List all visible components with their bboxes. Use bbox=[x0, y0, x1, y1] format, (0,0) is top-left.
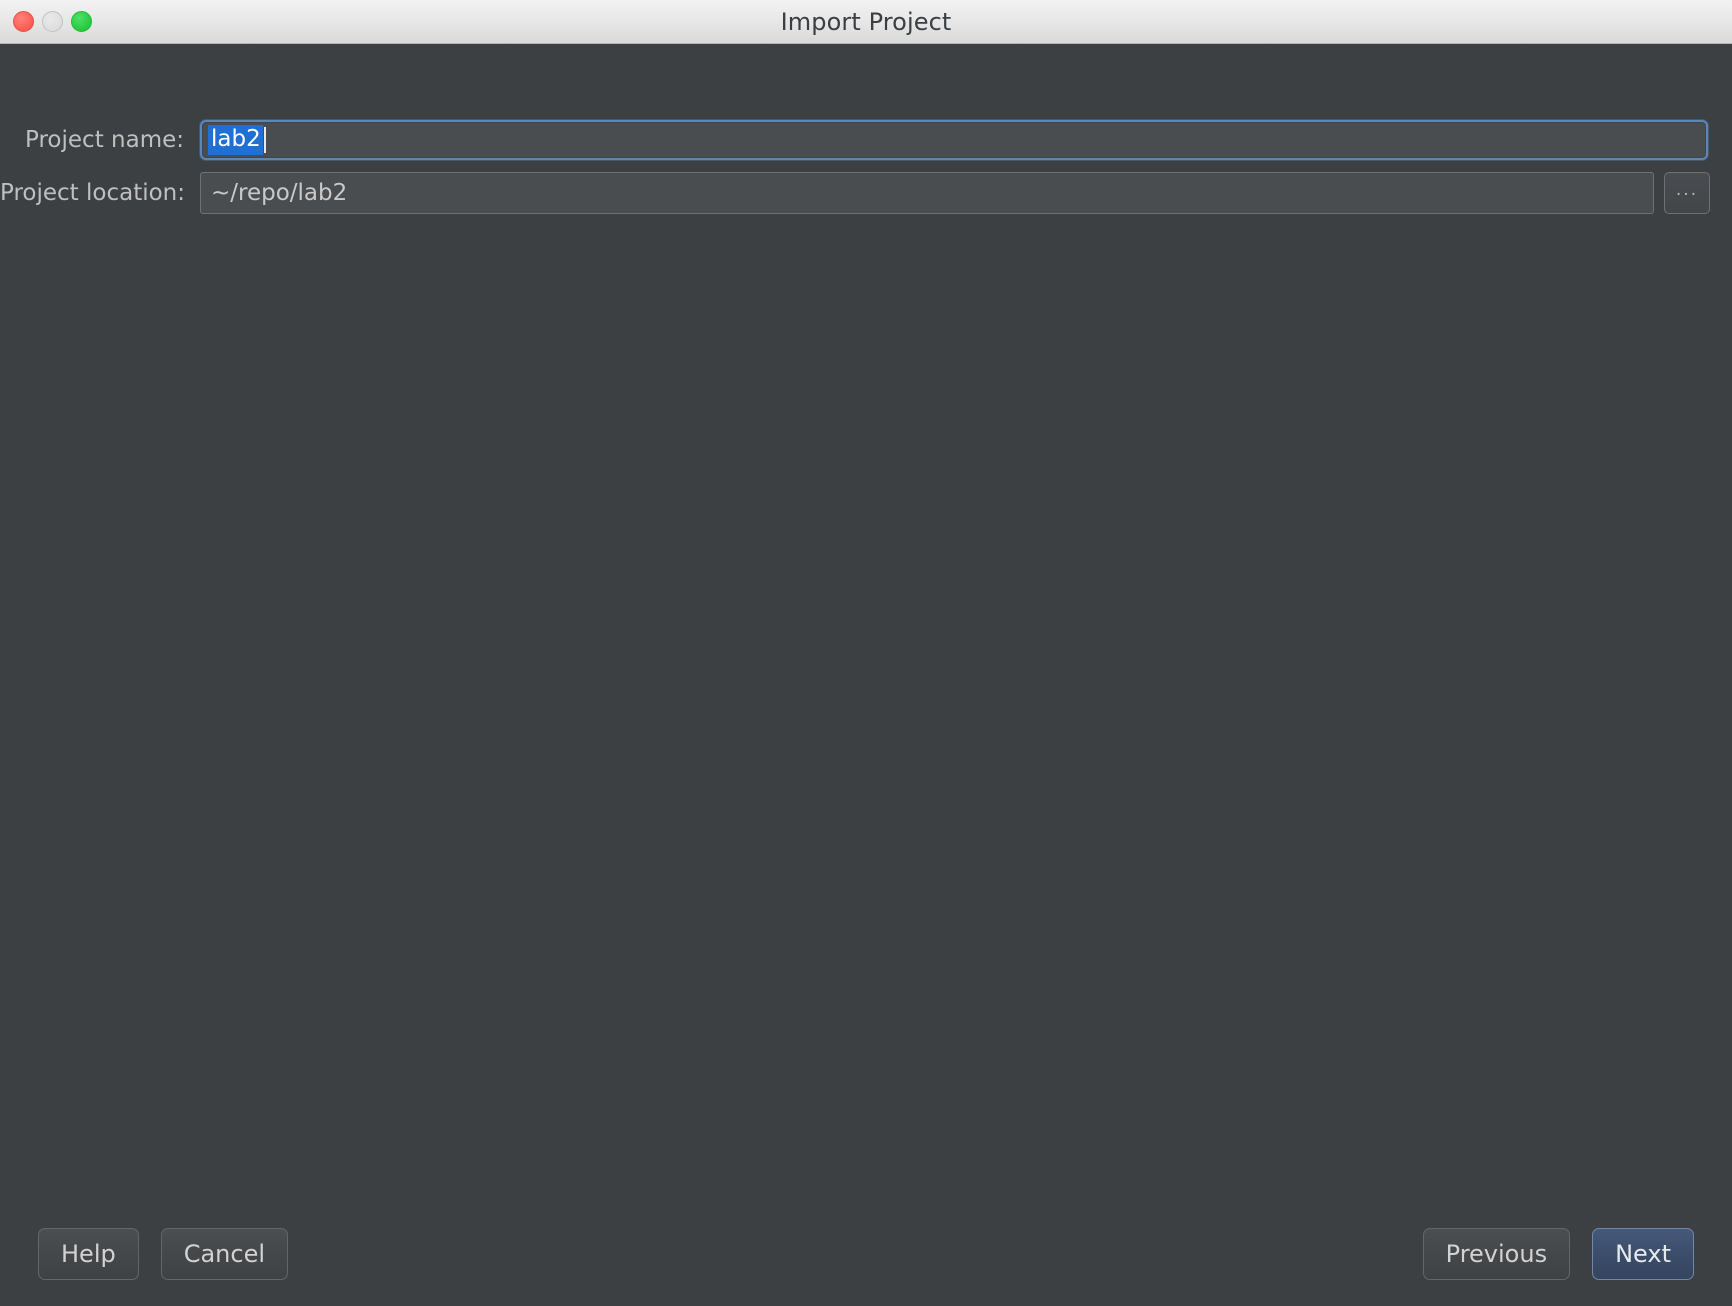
footer-left-buttons: Help Cancel bbox=[38, 1228, 289, 1280]
browse-folder-button[interactable]: ... bbox=[1664, 172, 1710, 214]
title-bar: Import Project bbox=[0, 0, 1732, 44]
close-window-icon[interactable] bbox=[13, 11, 34, 32]
footer-right-buttons: Previous Next bbox=[1422, 1228, 1694, 1280]
help-button[interactable]: Help bbox=[38, 1228, 139, 1280]
dialog-content: Project name: lab2 Project location: ~/r… bbox=[0, 44, 1732, 1306]
project-location-row: Project location: ~/repo/lab2 ... bbox=[0, 172, 1732, 214]
previous-button[interactable]: Previous bbox=[1422, 1228, 1571, 1280]
project-name-input[interactable]: lab2 bbox=[200, 120, 1708, 160]
project-name-label: Project name: bbox=[25, 127, 184, 153]
window-controls bbox=[13, 0, 92, 43]
text-caret bbox=[263, 127, 266, 153]
maximize-window-icon[interactable] bbox=[71, 11, 92, 32]
project-location-value: ~/repo/lab2 bbox=[211, 180, 348, 206]
dialog-footer: Help Cancel Previous Next bbox=[0, 1202, 1732, 1306]
window-title: Import Project bbox=[780, 7, 952, 36]
project-name-row: Project name: lab2 bbox=[0, 120, 1732, 160]
import-project-dialog: Import Project Project name: lab2 Projec… bbox=[0, 0, 1732, 1306]
project-location-input[interactable]: ~/repo/lab2 bbox=[200, 172, 1654, 214]
minimize-window-icon[interactable] bbox=[42, 11, 63, 32]
cancel-button[interactable]: Cancel bbox=[160, 1228, 289, 1280]
project-location-label: Project location: bbox=[0, 180, 186, 206]
project-name-value: lab2 bbox=[208, 125, 263, 155]
next-button[interactable]: Next bbox=[1592, 1228, 1694, 1280]
